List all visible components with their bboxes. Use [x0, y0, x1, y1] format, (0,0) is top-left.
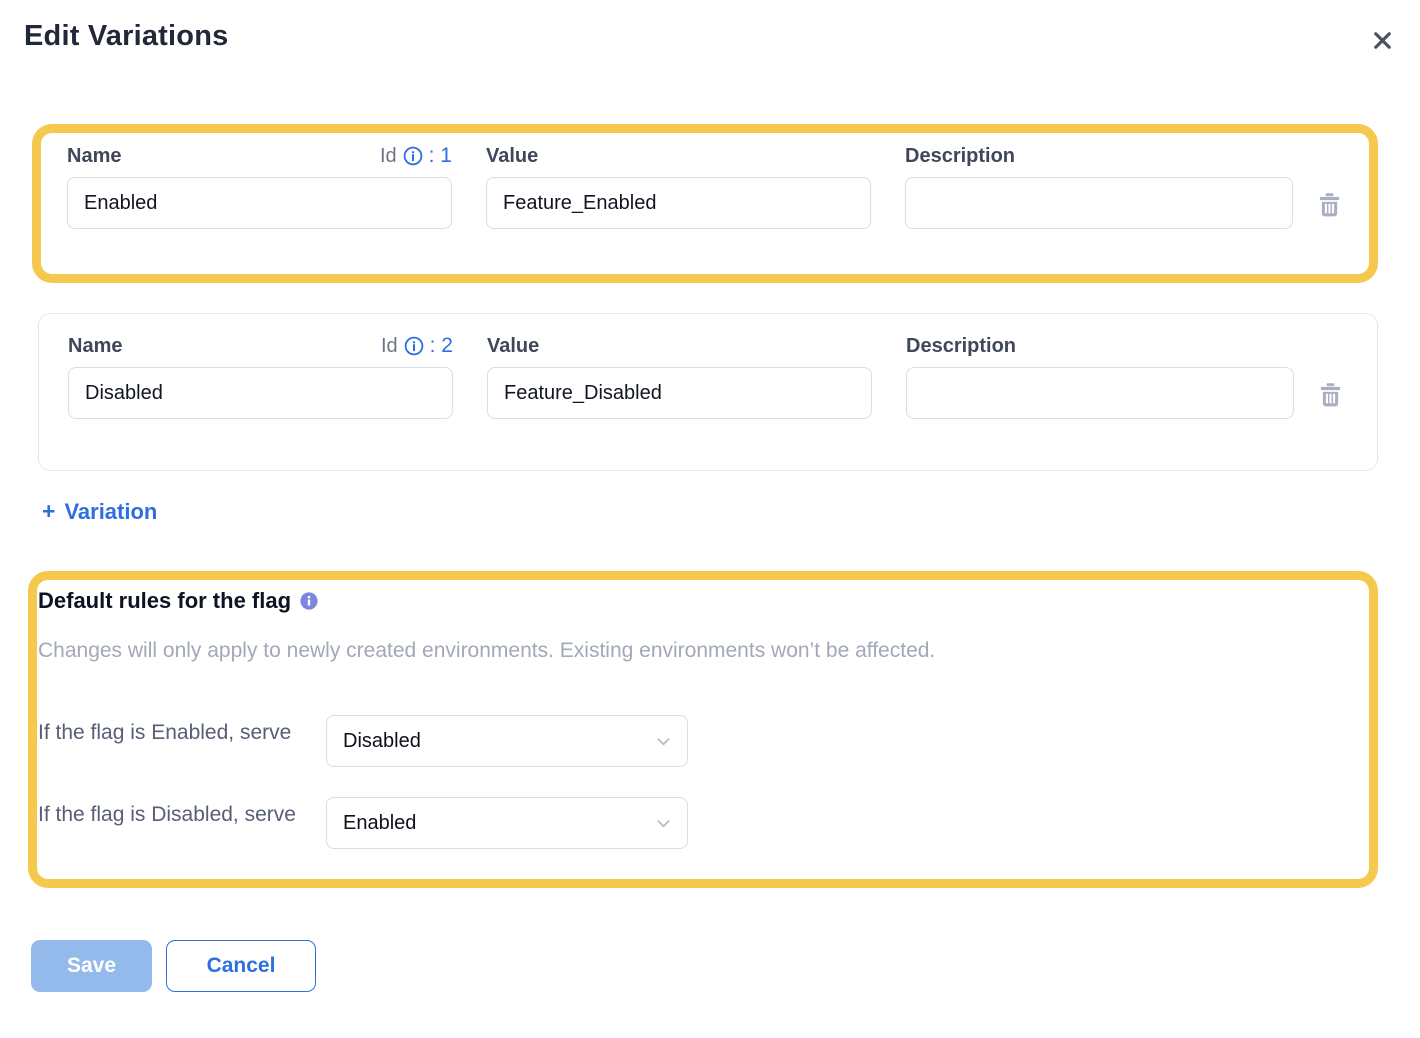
serve-select-disabled[interactable]: Enabled [326, 797, 688, 849]
value-label: Value [487, 335, 539, 358]
id-label: Id [380, 145, 397, 168]
rule-label-disabled: If the flag is Disabled, serve [38, 797, 326, 831]
name-input[interactable] [67, 177, 452, 229]
info-icon[interactable] [404, 336, 424, 356]
cancel-button[interactable]: Cancel [166, 940, 316, 992]
description-label: Description [905, 145, 1015, 168]
selected-value: Disabled [343, 730, 421, 753]
close-icon [1369, 27, 1396, 54]
default-rules-title: Default rules for the flag [38, 588, 291, 614]
description-input[interactable] [905, 177, 1293, 229]
id-value: : 2 [430, 334, 453, 358]
default-rules-note: Changes will only apply to newly created… [38, 639, 1345, 663]
plus-icon: + [42, 498, 55, 525]
delete-variation-button[interactable] [1316, 379, 1344, 409]
variation-card-1: Name Id : 1 [32, 124, 1378, 283]
variation-id-badge: Id : 2 [381, 334, 453, 358]
name-label: Name [68, 335, 122, 358]
description-label: Description [906, 335, 1016, 358]
value-label: Value [486, 145, 538, 168]
chevron-down-icon [654, 814, 673, 833]
description-input[interactable] [906, 367, 1294, 419]
info-icon[interactable] [403, 146, 423, 166]
trash-icon [1317, 381, 1344, 408]
edit-variations-dialog: Edit Variations Name Id [0, 0, 1420, 1038]
name-label: Name [67, 145, 121, 168]
save-button[interactable]: Save [31, 940, 152, 992]
info-filled-icon[interactable] [300, 592, 318, 610]
serve-select-enabled[interactable]: Disabled [326, 715, 688, 767]
name-input[interactable] [68, 367, 453, 419]
add-variation-label: Variation [64, 499, 157, 525]
variation-id-badge: Id : 1 [380, 144, 452, 168]
add-variation-button[interactable]: + Variation [42, 498, 157, 525]
rule-label-enabled: If the flag is Enabled, serve [38, 715, 326, 749]
id-label: Id [381, 335, 398, 358]
default-rules-section: Default rules for the flag Changes will … [28, 571, 1378, 888]
dialog-title: Edit Variations [24, 20, 228, 53]
selected-value: Enabled [343, 812, 416, 835]
variation-card-2: Name Id : 2 [38, 313, 1378, 471]
value-input[interactable] [486, 177, 871, 229]
trash-icon [1316, 191, 1343, 218]
chevron-down-icon [654, 732, 673, 751]
close-button[interactable] [1362, 20, 1402, 60]
id-value: : 1 [429, 144, 452, 168]
value-input[interactable] [487, 367, 872, 419]
delete-variation-button[interactable] [1315, 189, 1343, 219]
